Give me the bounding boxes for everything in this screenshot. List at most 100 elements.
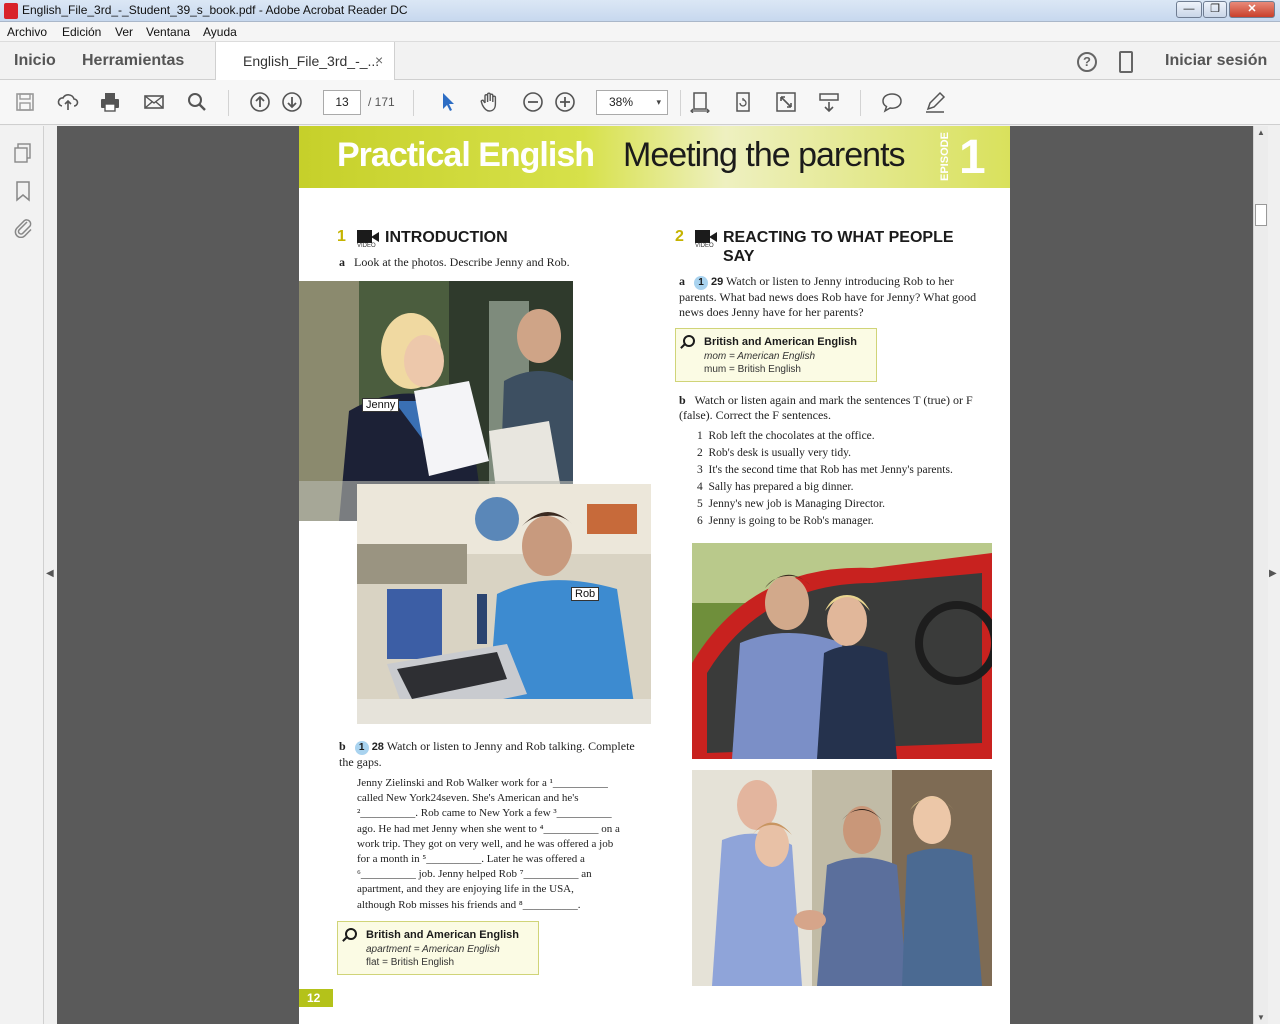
minimize-button[interactable]: — <box>1176 1 1202 18</box>
video-label: VIDEO <box>357 243 376 249</box>
maximize-button[interactable]: ❐ <box>1203 1 1227 18</box>
scroll-up-icon[interactable]: ▲ <box>1257 128 1265 137</box>
bookmark-icon[interactable] <box>12 180 34 202</box>
print-icon[interactable] <box>97 89 123 115</box>
help-icon[interactable]: ? <box>1077 52 1097 72</box>
tf-item: 5 Jenny's new job is Managing Director. <box>697 497 885 511</box>
document-viewport[interactable]: Practical English Meeting the parents EP… <box>57 126 1253 1024</box>
tf-item: 3 It's the second time that Rob has met … <box>697 463 953 477</box>
passage-line: although Rob misses his friends and ⁸___… <box>357 898 581 911</box>
section-2a-text: Watch or listen to Jenny introducing Rob… <box>679 274 977 319</box>
scroll-mode-icon[interactable] <box>816 89 842 115</box>
bae-box-apartment: British and American English apartment =… <box>337 921 539 975</box>
rotate-icon[interactable] <box>730 89 756 115</box>
close-window-button[interactable]: ✕ <box>1229 1 1275 18</box>
left-rail <box>0 126 44 1024</box>
menu-ver[interactable]: Ver <box>115 25 133 39</box>
tf-item: 1 Rob left the chocolates at the office. <box>697 429 875 443</box>
video-label: VIDEO <box>695 243 714 249</box>
signin-link[interactable]: Iniciar sesión <box>1165 52 1267 70</box>
video-icon: VIDEO <box>357 230 379 250</box>
mobile-link-icon[interactable] <box>1119 51 1133 73</box>
select-cursor-icon[interactable] <box>434 89 460 115</box>
menu-edicion[interactable]: Edición <box>62 25 101 39</box>
video-icon: VIDEO <box>695 230 717 250</box>
sign-icon[interactable] <box>922 89 948 115</box>
next-page-icon[interactable] <box>279 89 305 115</box>
close-tab-icon[interactable]: × <box>375 52 383 68</box>
document-tab-label: English_File_3rd_-_... <box>243 53 380 69</box>
item-label: a <box>679 274 685 288</box>
prev-page-icon[interactable] <box>247 89 273 115</box>
section-2b-text: Watch or listen again and mark the sente… <box>679 393 973 422</box>
vertical-scrollbar[interactable]: ▲ ▼ <box>1253 126 1268 1024</box>
passage-line: ago. He had met Jenny when she went to ⁴… <box>357 822 620 835</box>
label-jenny: Jenny <box>362 398 400 412</box>
tab-document[interactable]: English_File_3rd_-_... × <box>215 42 395 81</box>
collapse-left-arrow[interactable]: ◀ <box>46 568 54 579</box>
save-icon[interactable] <box>12 89 38 115</box>
tf-item-number: 2 <box>697 447 703 459</box>
banner-title: Meeting the parents <box>623 136 906 174</box>
attachment-icon[interactable] <box>12 216 34 239</box>
passage-line: work trip. They got on very well, and he… <box>357 837 614 850</box>
search-icon[interactable] <box>184 89 210 115</box>
tf-item-number: 5 <box>697 498 703 510</box>
scrollbar-thumb[interactable] <box>1255 204 1267 226</box>
section-2-number: 2 <box>675 228 684 245</box>
hand-tool-icon[interactable] <box>477 89 503 115</box>
toolbar-separator <box>860 90 861 116</box>
zoom-out-icon[interactable] <box>520 89 546 115</box>
zoom-value: 38% <box>609 95 634 109</box>
section-1-number: 1 <box>337 228 346 245</box>
section-2-title-line: REACTING TO WHAT PEOPLE <box>723 229 954 246</box>
menu-archivo[interactable]: Archivo <box>7 25 47 39</box>
tab-bar: Inicio Herramientas English_File_3rd_-_.… <box>0 42 1280 81</box>
tf-item-text: Jenny's new job is Managing Director. <box>708 498 885 510</box>
tf-item-number: 6 <box>697 515 703 527</box>
window-title: English_File_3rd_-_Student_39_s_book.pdf… <box>22 3 408 17</box>
bae-box-mom: British and American English mom = Ameri… <box>675 328 877 382</box>
page-number-input[interactable]: 13 <box>323 90 361 115</box>
bae-title: British and American English <box>366 929 520 941</box>
audio-cd-icon: 1 <box>354 741 369 755</box>
tf-item: 6 Jenny is going to be Rob's manager. <box>697 514 874 528</box>
section-1a: a Look at the photos. Describe Jenny and… <box>339 255 639 270</box>
section-1b-text: Watch or listen to Jenny and Rob talking… <box>339 739 635 769</box>
pages-icon[interactable] <box>12 142 34 164</box>
collapse-right-arrow[interactable]: ▶ <box>1269 568 1277 579</box>
page-banner: Practical English Meeting the parents EP… <box>299 126 1010 188</box>
item-label: a <box>339 255 345 269</box>
menu-ventana[interactable]: Ventana <box>146 25 190 39</box>
photo-car <box>692 543 992 759</box>
bae-line: flat = British English <box>366 957 455 968</box>
tab-tools[interactable]: Herramientas <box>82 52 184 70</box>
tf-item-text: Rob's desk is usually very tidy. <box>708 447 852 459</box>
fullscreen-icon[interactable] <box>773 89 799 115</box>
tab-home[interactable]: Inicio <box>14 52 56 70</box>
item-label: b <box>339 739 346 753</box>
gap-fill-passage: Jenny Zielinski and Rob Walker work for … <box>357 776 657 913</box>
tf-item-number: 1 <box>697 430 703 442</box>
section-1a-text: Look at the photos. Describe Jenny and R… <box>354 255 570 269</box>
tf-item-text: Sally has prepared a big dinner. <box>708 481 854 493</box>
passage-line: Jenny Zielinski and Rob Walker work for … <box>357 777 608 789</box>
section-2-title-line: SAY <box>723 248 755 265</box>
passage-line: ²__________. Rob came to New York a few … <box>357 807 612 820</box>
audio-cd-icon: 1 <box>694 276 708 290</box>
track-number: 29 <box>711 276 724 288</box>
fit-page-icon[interactable] <box>687 89 713 115</box>
comment-icon[interactable] <box>879 89 905 115</box>
scroll-down-icon[interactable]: ▼ <box>1257 1013 1265 1022</box>
menu-bar: Archivo Edición Ver Ventana Ayuda <box>0 22 1280 42</box>
tf-item-text: Rob left the chocolates at the office. <box>708 430 875 442</box>
tf-item: 2 Rob's desk is usually very tidy. <box>697 446 851 460</box>
upload-icon[interactable] <box>55 89 81 115</box>
zoom-select[interactable]: 38% ▾ <box>596 90 668 115</box>
email-icon[interactable] <box>141 89 167 115</box>
passage-line: apartment, and they are enjoying life in… <box>357 883 574 896</box>
menu-ayuda[interactable]: Ayuda <box>203 25 237 39</box>
zoom-in-icon[interactable] <box>552 89 578 115</box>
page-number-badge: 12 <box>299 989 333 1007</box>
bae-line: apartment = American English <box>366 944 500 955</box>
